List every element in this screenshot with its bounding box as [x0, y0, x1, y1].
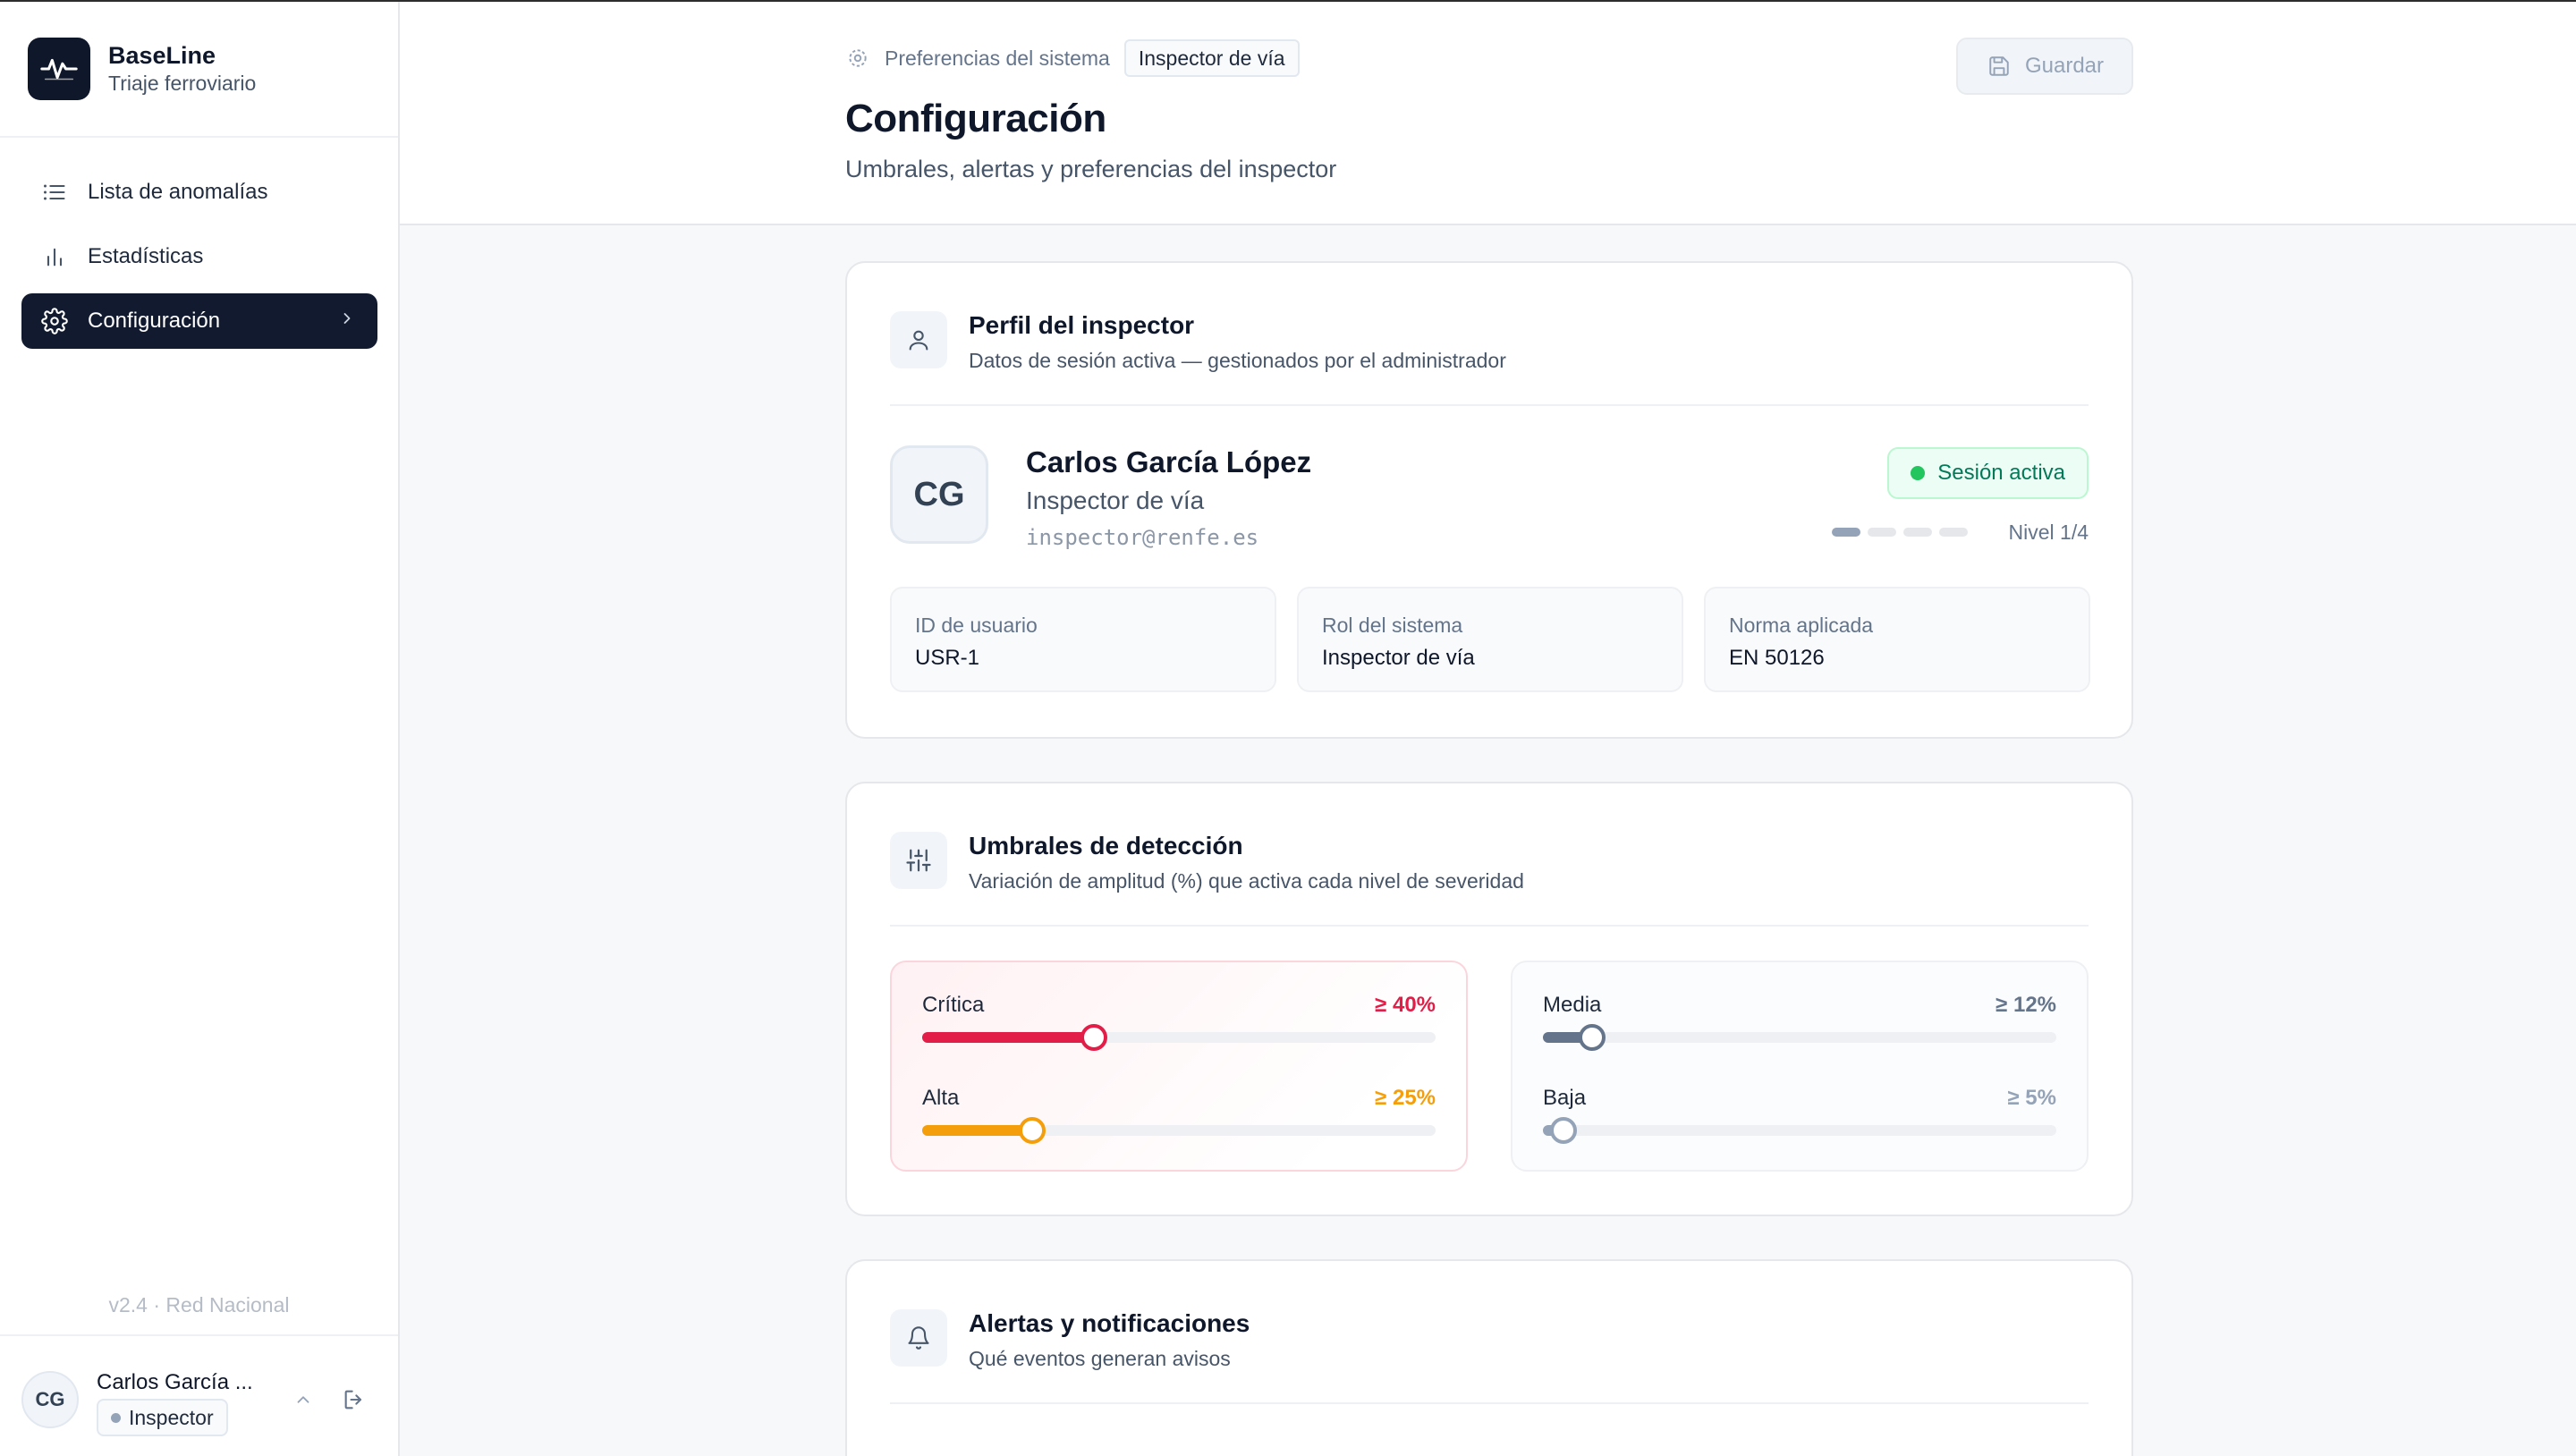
avatar: CG	[21, 1371, 79, 1428]
page-header: Preferencias del sistema Inspector de ví…	[400, 2, 2576, 225]
info-value: Inspector de vía	[1322, 646, 1475, 670]
threshold-slider[interactable]	[1543, 1024, 2056, 1051]
bell-icon	[890, 1309, 947, 1367]
main-content: Preferencias del sistema Inspector de ví…	[400, 2, 2576, 1456]
page-title: Configuración	[845, 97, 1106, 140]
level-label: Nivel 1/4	[2008, 520, 2089, 544]
sidebar-item-label: Configuración	[88, 309, 221, 333]
sliders-icon	[890, 832, 947, 889]
sidebar: BaseLine Triaje ferroviario Lista de ano…	[0, 2, 400, 1456]
breadcrumb-parent[interactable]: Preferencias del sistema	[885, 47, 1110, 71]
gear-icon	[845, 46, 870, 71]
divider	[890, 1402, 2089, 1404]
page-subtitle: Umbrales, alertas y preferencias del ins…	[845, 156, 1337, 182]
threshold-label: Media	[1543, 993, 1602, 1017]
status-dot-icon	[1911, 466, 1926, 480]
brand-name: BaseLine	[108, 42, 216, 69]
threshold-slider[interactable]	[922, 1024, 1436, 1051]
gear-icon	[41, 308, 68, 334]
profile-email: inspector@renfe.es	[1026, 525, 1259, 550]
info-value: EN 50126	[1729, 646, 1825, 670]
threshold-group-high: Crítica ≥ 40% Alta ≥ 25%	[890, 961, 1468, 1172]
level-segment	[1867, 528, 1896, 537]
threshold-label: Alta	[922, 1086, 960, 1110]
user-icon	[890, 311, 947, 368]
status-badge-label: Sesión activa	[1937, 461, 2065, 485]
chevron-right-icon	[338, 309, 356, 334]
sidebar-item-configuracion[interactable]: Configuración	[21, 293, 377, 349]
threshold-value: ≥ 12%	[1996, 993, 2056, 1017]
info-label: Norma aplicada	[1729, 614, 1874, 637]
save-button[interactable]: Guardar	[1956, 38, 2133, 95]
alerts-card: Alertas y notificaciones Qué eventos gen…	[845, 1259, 2133, 1456]
card-subtitle: Datos de sesión activa — gestionados por…	[969, 349, 1506, 372]
role-badge-label: Inspector	[129, 1405, 214, 1429]
breadcrumb: Preferencias del sistema Inspector de ví…	[845, 39, 1300, 77]
logout-icon[interactable]	[339, 1384, 369, 1415]
list-icon	[41, 179, 68, 206]
divider	[0, 136, 398, 138]
threshold-group-low: Media ≥ 12% Baja ≥ 5%	[1511, 961, 2089, 1172]
version-label: v2.4 · Red Nacional	[108, 1293, 290, 1316]
divider	[890, 404, 2089, 406]
info-field-standard: Norma aplicada EN 50126	[1704, 587, 2090, 692]
info-label: Rol del sistema	[1322, 614, 1463, 637]
brand[interactable]: BaseLine Triaje ferroviario	[28, 38, 256, 100]
status-dot-icon	[111, 1412, 121, 1423]
user-menu[interactable]: CG Carlos García ... Inspector	[21, 1367, 379, 1442]
sidebar-item-anomalias[interactable]: Lista de anomalías	[21, 165, 377, 220]
profile-name: Carlos García López	[1026, 445, 1312, 478]
pulse-logo-icon	[28, 38, 90, 100]
card-title: Umbrales de detección	[969, 832, 1243, 859]
role-badge: Inspector	[97, 1399, 228, 1436]
profile-avatar: CG	[890, 445, 988, 544]
threshold-slider[interactable]	[922, 1117, 1436, 1144]
breadcrumb-current: Inspector de vía	[1123, 39, 1300, 77]
threshold-alta: Alta ≥ 25%	[922, 1086, 1436, 1157]
threshold-baja: Baja ≥ 5%	[1543, 1086, 2056, 1157]
app-window: BaseLine Triaje ferroviario Lista de ano…	[0, 0, 2576, 1456]
card-title: Alertas y notificaciones	[969, 1309, 1250, 1337]
info-field-system-role: Rol del sistema Inspector de vía	[1297, 587, 1683, 692]
card-subtitle: Variación de amplitud (%) que activa cad…	[969, 869, 1524, 893]
level-indicator: Nivel 1/4	[1831, 519, 2089, 546]
profile-card: Perfil del inspector Datos de sesión act…	[845, 261, 2133, 739]
chevron-up-icon[interactable]	[290, 1386, 317, 1413]
info-field-user-id: ID de usuario USR-1	[890, 587, 1276, 692]
sidebar-item-label: Lista de anomalías	[88, 180, 268, 204]
level-segment	[1902, 528, 1932, 537]
card-title: Perfil del inspector	[969, 311, 1195, 339]
slider-handle[interactable]	[1578, 1024, 1606, 1051]
info-label: ID de usuario	[915, 614, 1038, 637]
slider-handle[interactable]	[1019, 1117, 1046, 1144]
save-icon	[1986, 53, 2012, 80]
thresholds-card: Umbrales de detección Variación de ampli…	[845, 782, 2133, 1216]
card-subtitle: Qué eventos generan avisos	[969, 1347, 1231, 1370]
user-name: Carlos García ...	[97, 1370, 253, 1394]
threshold-slider[interactable]	[1543, 1117, 2056, 1144]
divider	[0, 1334, 398, 1336]
sidebar-nav: Lista de anomalías Estadísticas Configur…	[21, 165, 377, 358]
bar-chart-icon	[41, 243, 68, 270]
threshold-value: ≥ 25%	[1375, 1086, 1436, 1110]
sidebar-item-estadisticas[interactable]: Estadísticas	[21, 229, 377, 284]
level-segment	[1831, 528, 1860, 537]
profile-role: Inspector de vía	[1026, 487, 1205, 514]
level-segment	[1938, 528, 1968, 537]
status-badge: Sesión activa	[1887, 447, 2089, 499]
threshold-label: Baja	[1543, 1086, 1587, 1110]
sidebar-item-label: Estadísticas	[88, 244, 204, 268]
threshold-label: Crítica	[922, 993, 985, 1017]
slider-handle[interactable]	[1549, 1117, 1577, 1144]
threshold-value: ≥ 5%	[2007, 1086, 2056, 1110]
threshold-media: Media ≥ 12%	[1543, 993, 2056, 1064]
save-button-label: Guardar	[2024, 54, 2105, 78]
threshold-value: ≥ 40%	[1375, 993, 1436, 1017]
brand-subtitle: Triaje ferroviario	[108, 72, 257, 95]
divider	[890, 925, 2089, 927]
threshold-critica: Crítica ≥ 40%	[922, 993, 1436, 1064]
info-value: USR-1	[915, 646, 980, 670]
slider-handle[interactable]	[1080, 1024, 1108, 1051]
